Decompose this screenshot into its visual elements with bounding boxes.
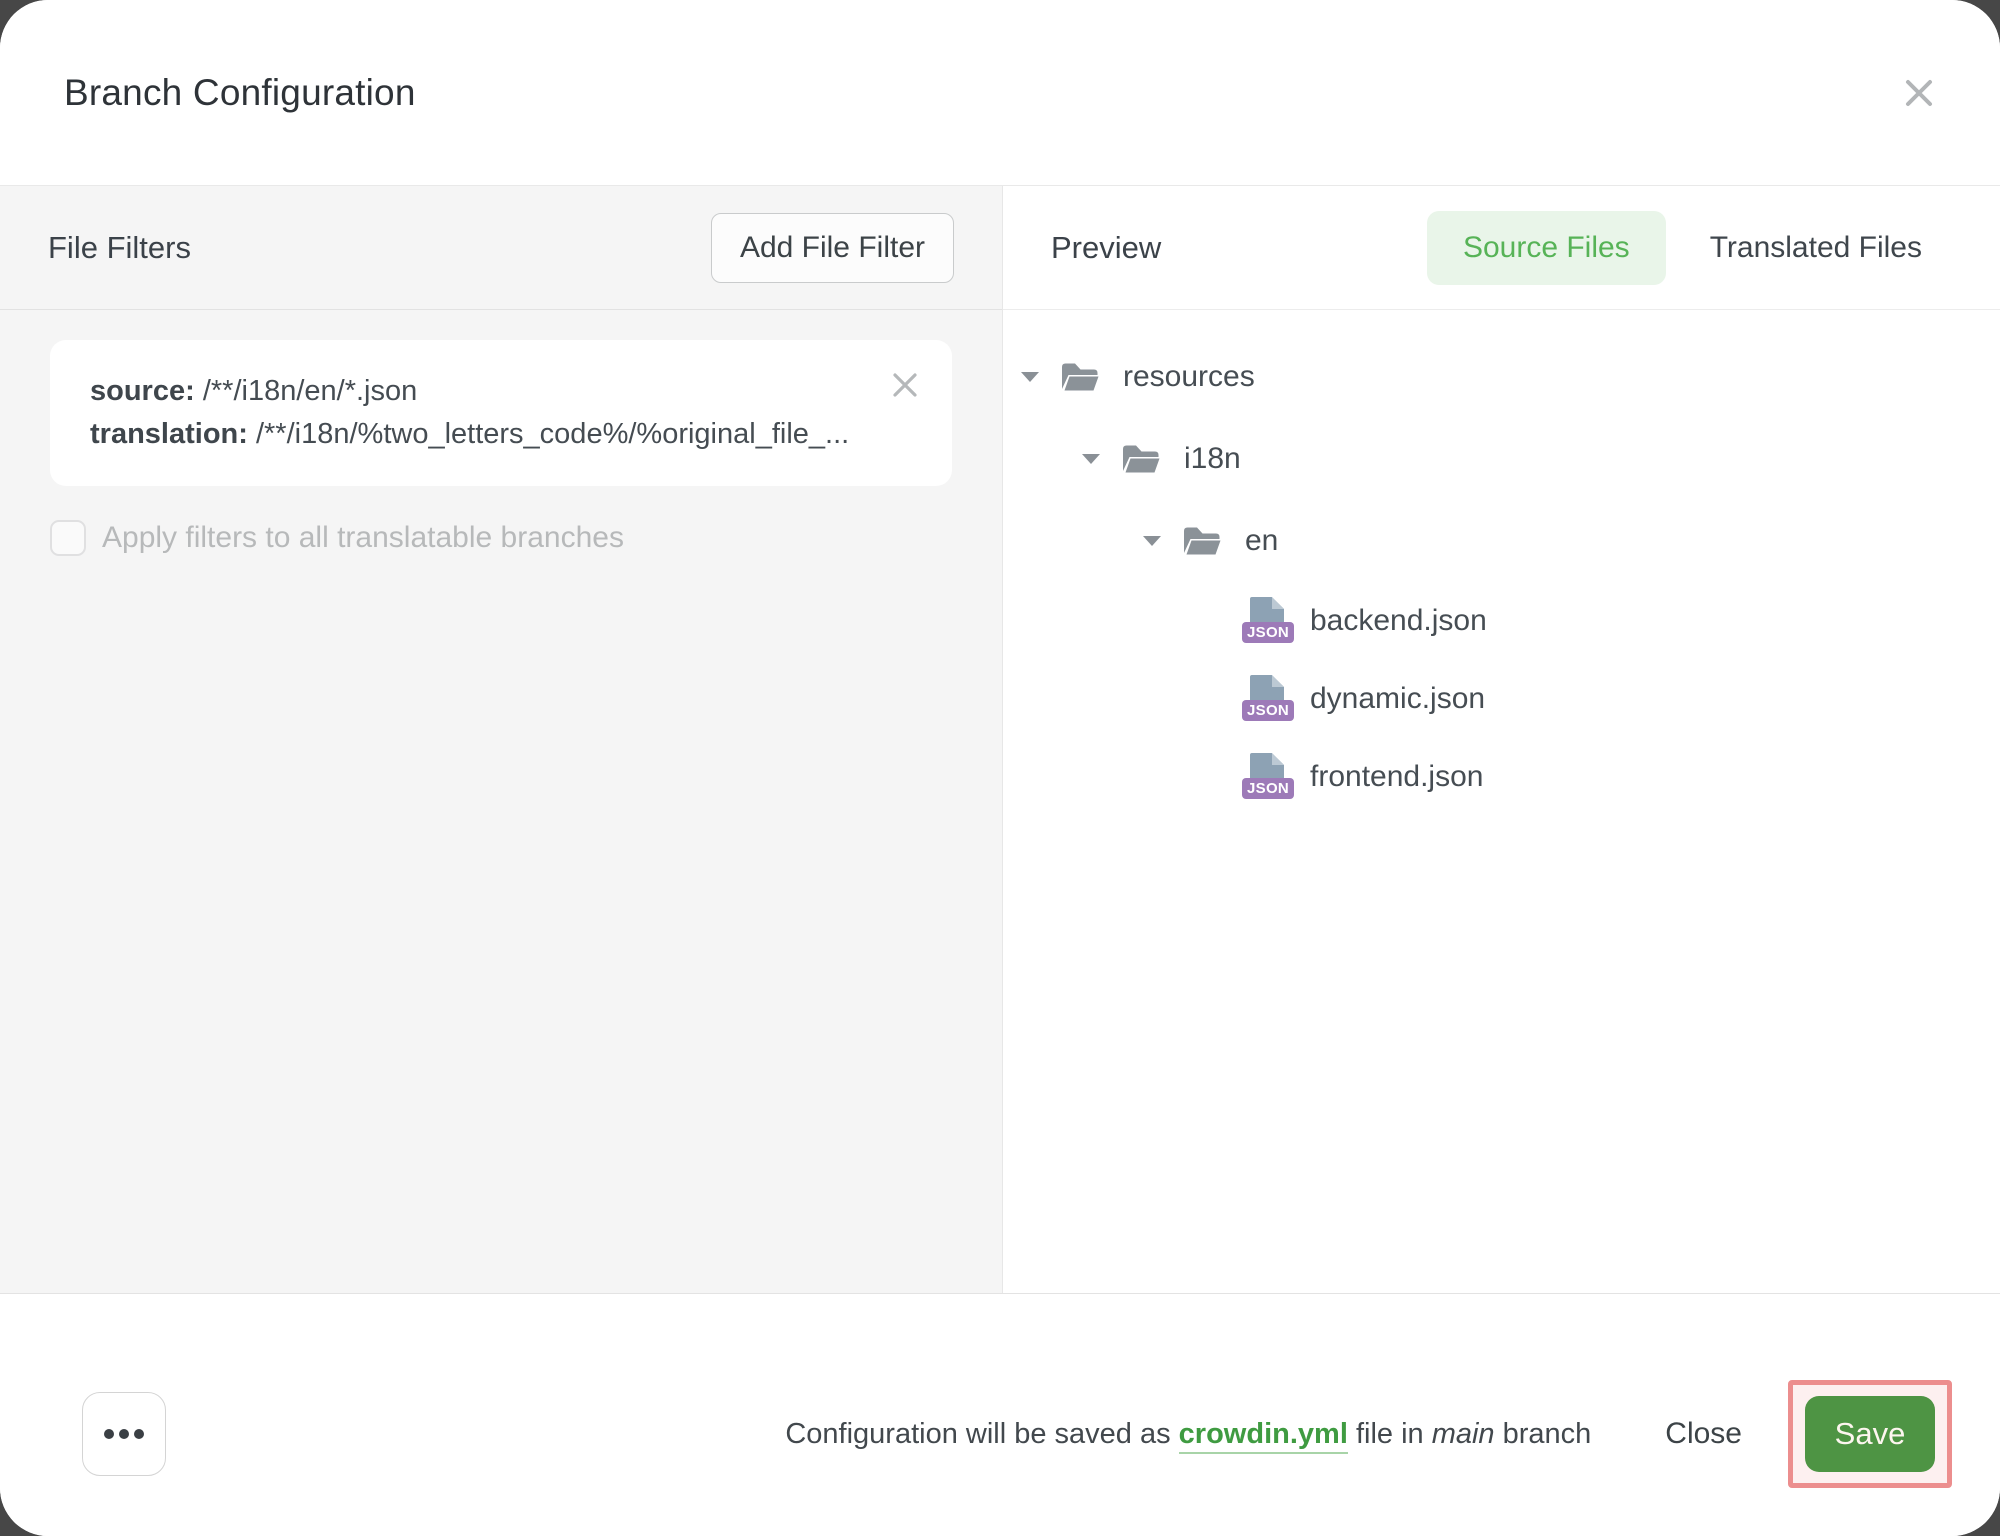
json-file-icon: JSON: [1242, 753, 1290, 801]
filter-source-label: source:: [90, 375, 195, 407]
tab-source-files[interactable]: Source Files: [1427, 211, 1666, 285]
json-badge: JSON: [1242, 622, 1294, 643]
save-button[interactable]: Save: [1805, 1396, 1935, 1472]
tree-item-frontend-json[interactable]: JSON frontend.json: [1003, 738, 2000, 816]
tree-item-backend-json[interactable]: JSON backend.json: [1003, 582, 2000, 660]
ellipsis-icon: [104, 1429, 114, 1439]
message-suffix: branch: [1503, 1418, 1592, 1450]
apply-filters-row: Apply filters to all translatable branch…: [50, 520, 952, 556]
caret-down-icon[interactable]: [1021, 372, 1039, 382]
close-icon[interactable]: [1902, 76, 1936, 110]
filter-source-line: source: /**/i18n/en/*.json: [90, 370, 872, 413]
filter-translation-label: translation:: [90, 418, 248, 450]
message-middle: file in: [1356, 1418, 1424, 1450]
caret-down-icon[interactable]: [1082, 454, 1100, 464]
filter-source-value: /**/i18n/en/*.json: [203, 375, 417, 407]
ellipsis-icon: [134, 1429, 144, 1439]
page-title: Branch Configuration: [64, 72, 416, 114]
tree-item-resources[interactable]: resources: [1003, 336, 2000, 418]
ellipsis-icon: [119, 1429, 129, 1439]
preview-heading: Preview: [1051, 230, 1161, 266]
folder-open-icon: [1120, 442, 1162, 476]
dialog-content: File Filters Add File Filter source: /**…: [0, 186, 2000, 1293]
preview-header: Preview Source Files Translated Files: [1003, 186, 2000, 310]
add-file-filter-button[interactable]: Add File Filter: [711, 213, 954, 283]
file-filters-header: File Filters Add File Filter: [0, 186, 1002, 310]
json-file-icon: JSON: [1242, 597, 1290, 645]
preview-panel: Preview Source Files Translated Files re…: [1003, 186, 2000, 1293]
tree-item-label: dynamic.json: [1310, 682, 1485, 716]
branch-configuration-dialog: Branch Configuration File Filters Add Fi…: [0, 0, 2000, 1536]
tree-item-label: frontend.json: [1310, 760, 1483, 794]
tree-item-label: resources: [1123, 360, 1255, 394]
tree-item-en[interactable]: en: [1003, 500, 2000, 582]
folder-open-icon: [1181, 524, 1223, 558]
remove-filter-icon[interactable]: [890, 370, 920, 400]
caret-down-icon[interactable]: [1143, 536, 1161, 546]
filter-translation-line: translation: /**/i18n/%two_letters_code%…: [90, 413, 872, 456]
folder-open-icon: [1059, 360, 1101, 394]
branch-name: main: [1432, 1418, 1495, 1450]
preview-tabs: Source Files Translated Files: [1427, 211, 1922, 285]
tree-item-label: backend.json: [1310, 604, 1487, 638]
tree-item-dynamic-json[interactable]: JSON dynamic.json: [1003, 660, 2000, 738]
save-location-message: Configuration will be saved as crowdin.y…: [785, 1418, 1591, 1451]
file-filters-panel: File Filters Add File Filter source: /**…: [0, 186, 1003, 1293]
file-tree: resources i18n en: [1003, 310, 2000, 816]
tree-item-label: i18n: [1184, 442, 1241, 476]
tree-item-i18n[interactable]: i18n: [1003, 418, 2000, 500]
tab-translated-files[interactable]: Translated Files: [1710, 211, 1922, 285]
file-filters-heading: File Filters: [48, 230, 191, 266]
apply-filters-label: Apply filters to all translatable branch…: [102, 521, 624, 555]
apply-filters-checkbox[interactable]: [50, 520, 86, 556]
json-badge: JSON: [1242, 700, 1294, 721]
tree-item-label: en: [1245, 524, 1278, 558]
file-filter-card[interactable]: source: /**/i18n/en/*.json translation: …: [50, 340, 952, 486]
crowdin-yml-link[interactable]: crowdin.yml: [1179, 1418, 1348, 1454]
close-button[interactable]: Close: [1665, 1417, 1742, 1451]
more-options-button[interactable]: [82, 1392, 166, 1476]
dialog-header: Branch Configuration: [0, 0, 2000, 186]
save-button-highlight: Save: [1788, 1380, 1952, 1488]
json-badge: JSON: [1242, 778, 1294, 799]
filter-translation-value: /**/i18n/%two_letters_code%/%original_fi…: [256, 418, 849, 450]
message-prefix: Configuration will be saved as: [785, 1418, 1170, 1450]
dialog-footer: Configuration will be saved as crowdin.y…: [0, 1293, 2000, 1536]
json-file-icon: JSON: [1242, 675, 1290, 723]
